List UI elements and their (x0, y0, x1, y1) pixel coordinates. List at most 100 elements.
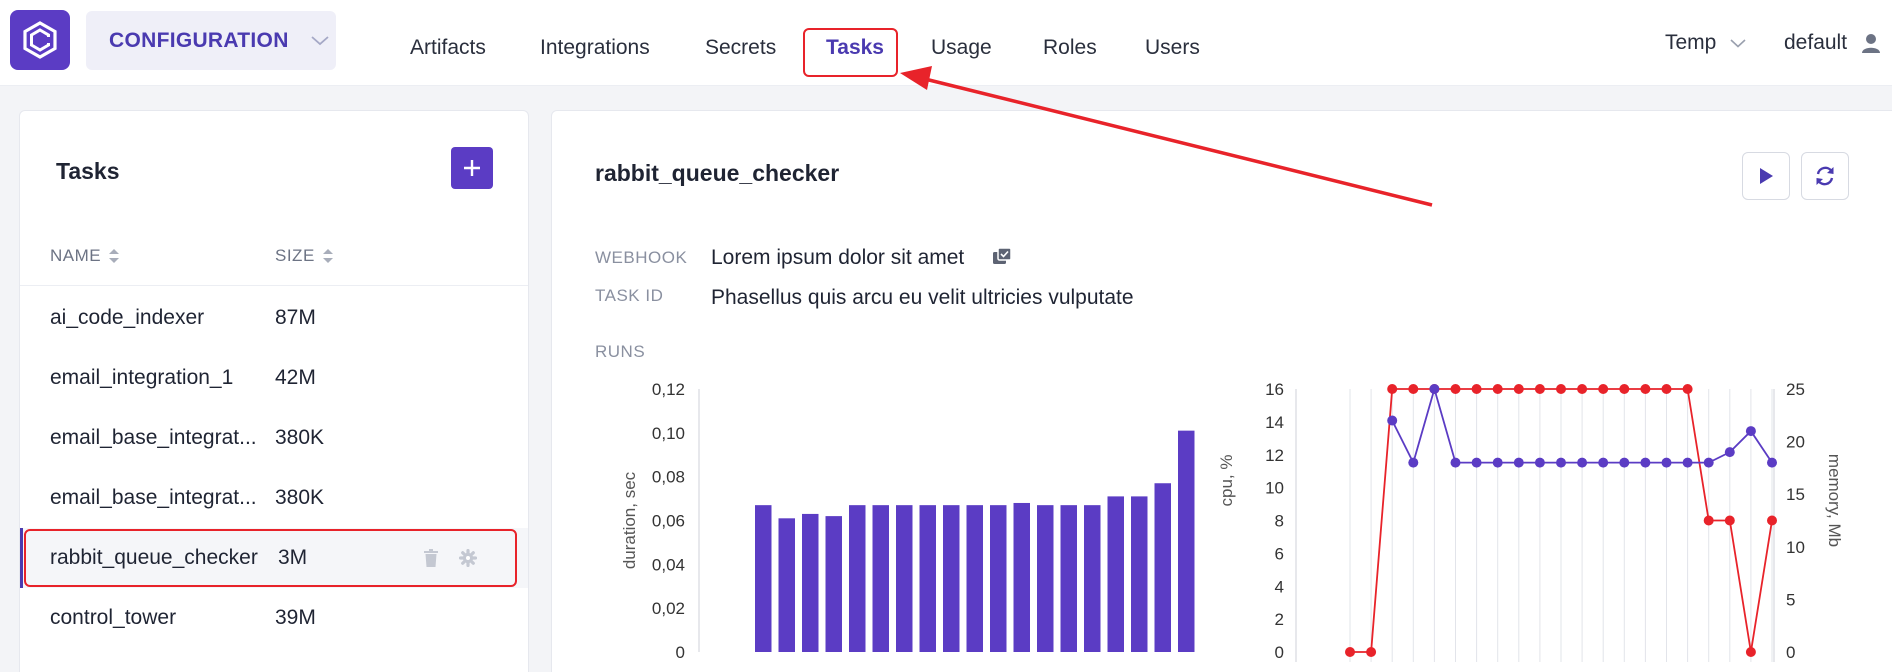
data-point (1577, 457, 1588, 468)
y-tick-label: 14 (1265, 413, 1284, 432)
y-axis-title: duration, sec (620, 471, 639, 569)
column-header-name[interactable]: NAME (50, 246, 120, 266)
data-point (1534, 384, 1545, 394)
data-point (1745, 426, 1756, 437)
nav-usage[interactable]: Usage (931, 36, 992, 60)
data-point (1471, 457, 1482, 468)
column-header-size[interactable]: SIZE (275, 246, 333, 266)
bar (990, 505, 1007, 652)
data-point (1408, 457, 1419, 468)
y-tick-label: 0,06 (652, 512, 685, 531)
configuration-label: CONFIGURATION (109, 28, 289, 52)
nav-users[interactable]: Users (1145, 36, 1200, 60)
y2-tick-label: 15 (1786, 485, 1805, 504)
user-name: default (1784, 31, 1848, 54)
tasks-highlight-box (803, 28, 898, 77)
bar (1084, 505, 1101, 652)
logo-icon (23, 21, 57, 59)
y-axis-title: cpu, % (1217, 455, 1236, 507)
task-name: ai_code_indexer (50, 306, 205, 329)
task-name: control_tower (50, 606, 177, 629)
data-point (1661, 457, 1672, 468)
data-point (1724, 447, 1735, 458)
bar (1060, 505, 1077, 652)
bar (778, 518, 795, 652)
task-name: email_integration_1 (50, 366, 234, 389)
data-point (1408, 384, 1419, 394)
bar (1013, 502, 1030, 652)
duration-bar-chart: 0 0,02 0,04 0,06 0,08 0,10 0,12 duration, sec (620, 380, 1195, 662)
bar (919, 505, 936, 652)
data-point (1534, 457, 1545, 468)
data-point (1513, 457, 1524, 468)
data-point (1387, 384, 1398, 394)
data-point (1450, 457, 1461, 468)
y-tick-label: 8 (1275, 512, 1284, 531)
configuration-dropdown[interactable]: CONFIGURATION (86, 11, 336, 70)
task-size: 42M (275, 366, 316, 389)
y2-tick-label: 10 (1786, 538, 1805, 557)
user-icon (1862, 34, 1881, 53)
chevron-down-icon (1730, 38, 1746, 48)
nav-roles[interactable]: Roles (1043, 36, 1097, 60)
bar (849, 505, 866, 652)
data-point (1619, 384, 1630, 394)
task-name: email_base_integrat... (50, 486, 257, 509)
data-point (1640, 384, 1651, 394)
data-point (1767, 457, 1777, 468)
environment-label: Temp (1665, 31, 1717, 54)
y-tick-label: 10 (1265, 479, 1284, 498)
data-point (1345, 647, 1355, 657)
data-point (1429, 384, 1440, 394)
bar (1107, 496, 1124, 652)
data-point (1682, 457, 1693, 468)
bar (896, 505, 913, 652)
bar (755, 505, 772, 652)
environment-selector[interactable]: Temp (1665, 31, 1746, 55)
y-tick-label: 4 (1275, 577, 1284, 596)
y-tick-label: 0,04 (652, 555, 685, 574)
y2-tick-label: 5 (1786, 590, 1795, 609)
data-point (1492, 384, 1503, 394)
task-name: email_base_integrat... (50, 426, 257, 449)
data-point (1598, 457, 1609, 468)
add-task-button[interactable] (451, 147, 493, 189)
nav-integrations[interactable]: Integrations (540, 36, 650, 60)
data-point (1661, 384, 1672, 394)
header-divider (20, 285, 528, 286)
data-point (1450, 384, 1461, 394)
table-row[interactable]: control_tower 39M (20, 588, 528, 648)
y2-axis-title: memory, Mb (1825, 454, 1844, 547)
data-point (1556, 384, 1566, 394)
plus-icon (464, 160, 480, 176)
y-tick-label: 0,10 (652, 424, 685, 443)
data-point (1640, 457, 1651, 468)
nav-artifacts[interactable]: Artifacts (410, 36, 486, 60)
y-tick-label: 0,12 (652, 380, 685, 399)
data-point (1387, 415, 1398, 426)
table-row[interactable]: ai_code_indexer 87M (20, 288, 528, 348)
sort-icon (109, 249, 120, 263)
bar (966, 505, 983, 652)
data-point (1724, 515, 1735, 526)
user-menu[interactable]: default (1784, 31, 1881, 55)
data-point (1513, 384, 1524, 394)
data-point (1556, 457, 1566, 468)
nav-secrets[interactable]: Secrets (705, 36, 776, 60)
data-point (1492, 457, 1503, 468)
chevron-down-icon (311, 35, 329, 45)
app-logo[interactable] (10, 10, 70, 70)
y-tick-label: 0,08 (652, 468, 685, 487)
task-detail-panel: rabbit_queue_checker WEBHOOK Lorem ipsum… (551, 110, 1892, 672)
y-tick-label: 2 (1275, 610, 1284, 629)
table-row[interactable]: email_base_integrat... 380K (20, 468, 528, 528)
bar (872, 505, 889, 652)
data-point (1767, 515, 1777, 526)
bar (1037, 505, 1054, 652)
data-point (1598, 384, 1609, 394)
panel-title: Tasks (56, 158, 120, 184)
table-row[interactable]: email_base_integrat... 380K (20, 408, 528, 468)
y2-tick-label: 0 (1786, 643, 1795, 662)
data-point (1703, 515, 1714, 526)
table-row[interactable]: email_integration_1 42M (20, 348, 528, 408)
